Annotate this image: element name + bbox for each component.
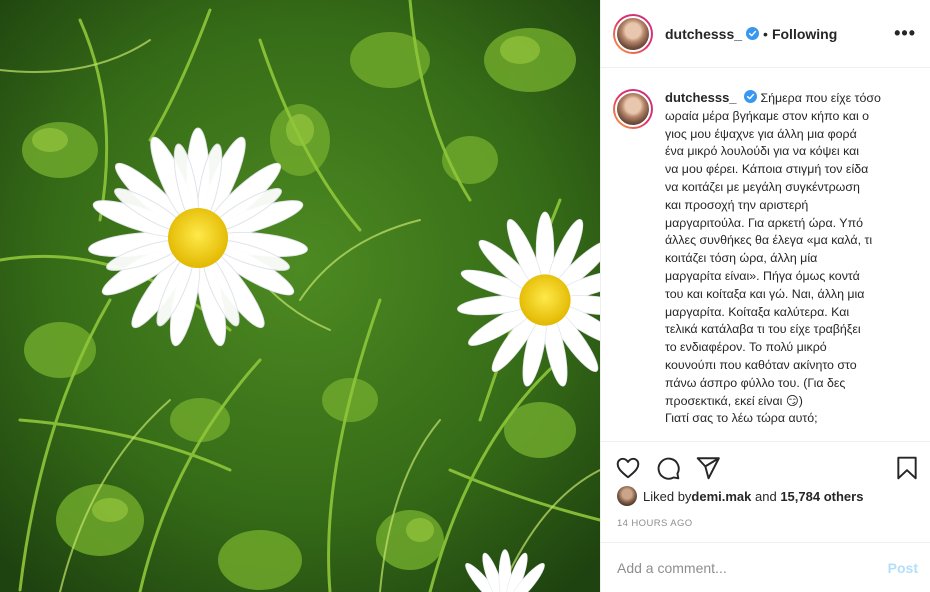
caption-line: μαργαριτούλα. Για αρκετή ώρα. Υπό: [665, 215, 864, 230]
caption-line: κοιτάζει τόση ώρα, άλλη μία: [665, 251, 818, 266]
caption-line: να μου φέρει. Κάποια στιγμή τον είδα: [665, 162, 869, 177]
post-header: dutchesss_ • Following •••: [601, 0, 930, 68]
comment-input[interactable]: [617, 559, 888, 576]
daisies-photo: [0, 0, 600, 592]
liker-avatar[interactable]: [617, 486, 637, 506]
bookmark-icon[interactable]: [894, 455, 920, 481]
post-details-panel: dutchesss_ • Following ••• dutchesss_ Σή…: [600, 0, 930, 592]
comment-icon[interactable]: [655, 455, 681, 481]
likes-summary: Liked by demi.mak and 15,784 others: [617, 486, 863, 506]
post-timestamp[interactable]: 14 HOURS AGO: [617, 518, 693, 529]
caption-line: μαργαρίτα είναι». Πήγα όμως κοντά: [665, 268, 860, 283]
liked-by-user-link[interactable]: demi.mak: [691, 489, 751, 504]
following-button[interactable]: Following: [772, 26, 837, 42]
verified-badge-icon: [746, 27, 760, 40]
caption-line: Σήμερα που είχε τόσο: [760, 91, 881, 105]
caption-line: να κοιτάζει με μεγάλη συγκέντρωση: [665, 179, 860, 194]
caption-line: μαργαρίτα. Κοίταξα καλύτερα. Και: [665, 304, 850, 319]
comment-box: Post: [601, 542, 930, 592]
more-options-icon[interactable]: •••: [894, 23, 916, 44]
caption-line: γιος μου έψαχνε για άλλη μια φορά: [665, 126, 857, 141]
likes-prefix: Liked by: [643, 488, 692, 504]
header-username[interactable]: dutchesss_: [665, 26, 742, 42]
caption-avatar[interactable]: [613, 89, 653, 129]
heart-icon[interactable]: [615, 455, 641, 481]
caption-line: ωραία μέρα βγήκαμε στον κήπο και ο: [665, 108, 870, 123]
header-avatar[interactable]: [613, 13, 653, 54]
caption-line: άλλες συνθήκες θα έλεγα «μα καλά, τι: [665, 233, 873, 248]
caption-text: dutchesss_ Σήμερα που είχε τόσο ωραία μέ…: [665, 89, 881, 441]
caption-username[interactable]: dutchesss_: [665, 90, 737, 105]
caption-line: κουνούπι που καθόταν ακίνητο στο: [665, 357, 857, 372]
likes-and: and: [751, 488, 781, 504]
caption-line: τελικά κατάλαβα τι του είχε τραβήξει: [665, 322, 861, 337]
verified-badge-icon: [744, 90, 757, 103]
caption-line: και προσοχή την αριστερή: [665, 197, 809, 212]
caption-line: Γιατί σας το λέω τώρα αυτό;: [665, 411, 818, 426]
post-comment-button[interactable]: Post: [888, 560, 918, 576]
caption-line: του και κοίταξα και γώ. Ναι, άλλη μια: [665, 286, 865, 301]
header-separator: •: [763, 25, 768, 42]
caption-line: ένα μικρό λουλούδι για να κόψει και: [665, 144, 860, 159]
caption-line: το ενδιαφέρον. Το πολύ μικρό: [665, 340, 827, 355]
caption-line: πάνω άσπρο φύλλο του. (Για δες: [665, 375, 846, 390]
post-photo[interactable]: [0, 0, 600, 592]
send-icon[interactable]: [695, 455, 721, 481]
likes-count-link[interactable]: 15,784 others: [780, 489, 863, 504]
caption-section: dutchesss_ Σήμερα που είχε τόσο ωραία μέ…: [601, 69, 930, 441]
caption-line: προσεκτικά, εκεί είναι 😏): [665, 393, 803, 408]
